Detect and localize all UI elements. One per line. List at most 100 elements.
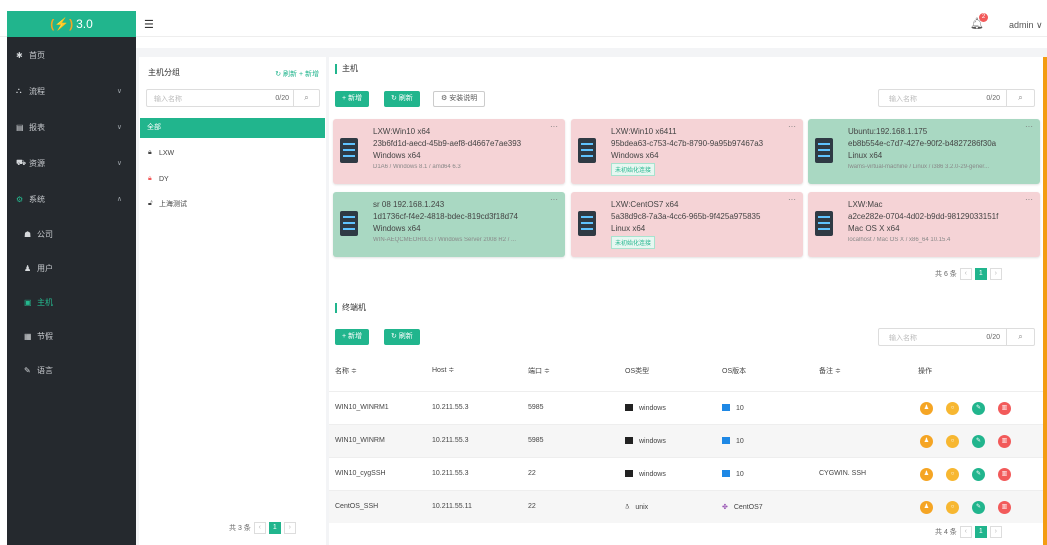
more-icon[interactable]: ··· [550, 122, 558, 131]
search-icon[interactable]: ⌕ [1006, 90, 1034, 106]
host-card-title: LXW:Mac [848, 200, 883, 209]
tree-item[interactable]: 🔒︎ DY [148, 175, 169, 183]
host-card[interactable]: Ubuntu:192.168.1.175 eb8b554e-c7d7-427e-… [808, 119, 1040, 184]
workflow-icon: ⛬ [16, 86, 22, 95]
prev-page-button[interactable]: ‹ [959, 526, 972, 538]
user-action-icon[interactable]: ♟ [920, 501, 933, 514]
chat-action-icon[interactable]: ○ [946, 501, 959, 514]
windows-icon [625, 470, 633, 477]
delete-action-icon[interactable]: ▥ [998, 402, 1011, 415]
delete-action-icon[interactable]: ▥ [998, 468, 1011, 481]
sidebar-item-workflow[interactable]: ⛬ 流程 ∨ [7, 73, 136, 109]
search-icon[interactable]: ⌕ [293, 90, 319, 106]
os-type-label: unix [635, 504, 649, 511]
sidebar-item-resources[interactable]: ⛟ 资源 ∨ [7, 145, 136, 181]
refresh-hosts-button[interactable]: ↻ 刷新 [384, 91, 420, 107]
windows-icon [625, 404, 633, 411]
group-pagination: 共 3 条 ‹ 1 › [229, 522, 296, 534]
menu-toggle-icon[interactable]: ☰ [144, 18, 154, 31]
terminals-section-title: 终端机 [335, 303, 366, 313]
edit-action-icon[interactable]: ✎ [972, 468, 985, 481]
current-page[interactable]: 1 [974, 526, 987, 538]
host-card[interactable]: sr 08 192.168.1.243 1d1736cf-f4e2-4818-b… [333, 192, 565, 257]
more-icon[interactable]: ··· [1025, 195, 1033, 204]
sidebar-item-language[interactable]: ✎ 语言 [7, 353, 136, 387]
next-page-button[interactable]: › [283, 522, 296, 534]
tree-item[interactable]: 🔒︎ LXW [148, 149, 174, 157]
user-action-icon[interactable]: ♟ [920, 402, 933, 415]
scrollbar[interactable] [1043, 57, 1047, 545]
terminal-search-input[interactable]: 输入名称 0/20 ⌕ [878, 328, 1035, 346]
edit-action-icon[interactable]: ✎ [972, 501, 985, 514]
column-header-host[interactable]: Host ≑ [432, 366, 454, 374]
delete-action-icon[interactable]: ▥ [998, 501, 1011, 514]
more-icon[interactable]: ··· [788, 122, 796, 131]
host-card-detail: WIN-AEQCMEOR0LG / Windows Server 2008 R2… [373, 237, 517, 243]
group-search-input[interactable]: 输入名称 0/20 ⌕ [146, 89, 320, 107]
host-pagination: 共 6 条 ‹ 1 › [935, 268, 1002, 280]
group-refresh-add-link[interactable]: ↻ 刷新 + 新增 [275, 69, 319, 79]
tree-item-label: 上海测试 [159, 201, 187, 208]
table-row[interactable]: WIN10_WINRM1 10.211.55.3 5985 windows 10… [329, 391, 1044, 424]
next-page-button[interactable]: › [989, 268, 1002, 280]
cell-os-version: 10 [722, 470, 744, 478]
sidebar-item-holidays[interactable]: ▦ 节假 [7, 319, 136, 353]
table-row[interactable]: WIN10_cygSSH 10.211.55.3 22 windows 10 C… [329, 457, 1044, 490]
user-action-icon[interactable]: ♟ [920, 435, 933, 448]
host-card[interactable]: LXW:Mac a2ce282e-0704-4d02-b9dd-98129033… [808, 192, 1040, 257]
chat-action-icon[interactable]: ○ [946, 402, 959, 415]
home-icon: ✱ [16, 50, 23, 60]
tree-item[interactable]: 🔓︎ 上海测试 [148, 199, 187, 209]
host-search-input[interactable]: 输入名称 0/20 ⌕ [878, 89, 1035, 107]
server-icon [340, 138, 358, 163]
chat-action-icon[interactable]: ○ [946, 468, 959, 481]
install-guide-button[interactable]: ⚙ 安装说明 [433, 91, 486, 107]
sidebar-item-hosts[interactable]: ▣ 主机 [7, 285, 136, 319]
column-header-name[interactable]: 名称 ≑ [335, 366, 357, 376]
add-host-button[interactable]: + 新增 [335, 91, 370, 107]
group-total: 共 3 条 [229, 525, 251, 532]
sidebar-item-label: 流程 [29, 86, 45, 96]
os-version-label: 10 [736, 471, 744, 478]
add-terminal-button[interactable]: + 新增 [335, 329, 370, 345]
refresh-terminals-button[interactable]: ↻ 刷新 [384, 329, 420, 345]
logo-mark: (⚡) [50, 17, 74, 31]
current-page[interactable]: 1 [268, 522, 281, 534]
delete-action-icon[interactable]: ▥ [998, 435, 1011, 448]
user-menu[interactable]: admin ∨ [1009, 20, 1043, 31]
sidebar-item-users[interactable]: ♟ 用户 [7, 251, 136, 285]
more-icon[interactable]: ··· [550, 195, 558, 204]
column-header-port[interactable]: 端口 ≑ [528, 366, 550, 376]
tree-item-all[interactable]: 全部 [140, 118, 325, 138]
more-icon[interactable]: ··· [788, 195, 796, 204]
host-card[interactable]: LXW:CentOS7 x64 5a38d9c8-7a3a-4cc6-965b-… [571, 192, 803, 257]
column-header-note[interactable]: 备注 ≑ [819, 366, 841, 376]
search-placeholder: 输入名称 [889, 96, 917, 103]
host-card-detail: lwams-virtual-machine / Linux / i386 3.2… [848, 164, 990, 170]
cell-port: 22 [528, 503, 536, 510]
edit-action-icon[interactable]: ✎ [972, 435, 985, 448]
host-card-os: Windows x64 [373, 151, 421, 160]
current-page[interactable]: 1 [974, 268, 987, 280]
edit-action-icon[interactable]: ✎ [972, 402, 985, 415]
prev-page-button[interactable]: ‹ [959, 268, 972, 280]
sidebar-item-company[interactable]: ☗ 公司 [7, 217, 136, 251]
sidebar-item-reports[interactable]: ▤ 报表 ∨ [7, 109, 136, 145]
app-logo[interactable]: (⚡) 3.0 [7, 11, 136, 37]
host-card[interactable]: LXW:Win10 x64 23b6fd1d-aecd-45b9-aef8-d4… [333, 119, 565, 184]
os-version-label: 10 [736, 438, 744, 445]
host-card[interactable]: LXW:Win10 x6411 95bdea63-c753-4c7b-8790-… [571, 119, 803, 184]
chat-action-icon[interactable]: ○ [946, 435, 959, 448]
table-row[interactable]: WIN10_WINRM 10.211.55.3 5985 windows 10 … [329, 424, 1044, 457]
table-row[interactable]: CentOS_SSH 10.211.55.11 22 🐧︎ unix ✤ CentO… [329, 490, 1044, 523]
next-page-button[interactable]: › [989, 526, 1002, 538]
host-card-uuid: 95bdea63-c753-4c7b-8790-9a95b97467a3 [611, 139, 764, 148]
user-action-icon[interactable]: ♟ [920, 468, 933, 481]
cell-os-version: 10 [722, 404, 744, 412]
sidebar-item-home[interactable]: ✱ 首页 [7, 37, 136, 73]
prev-page-button[interactable]: ‹ [253, 522, 266, 534]
sidebar-item-system[interactable]: ⚙ 系统 ∧ [7, 181, 136, 217]
search-icon[interactable]: ⌕ [1006, 329, 1034, 345]
more-icon[interactable]: ··· [1025, 122, 1033, 131]
search-placeholder: 输入名称 [154, 96, 182, 103]
